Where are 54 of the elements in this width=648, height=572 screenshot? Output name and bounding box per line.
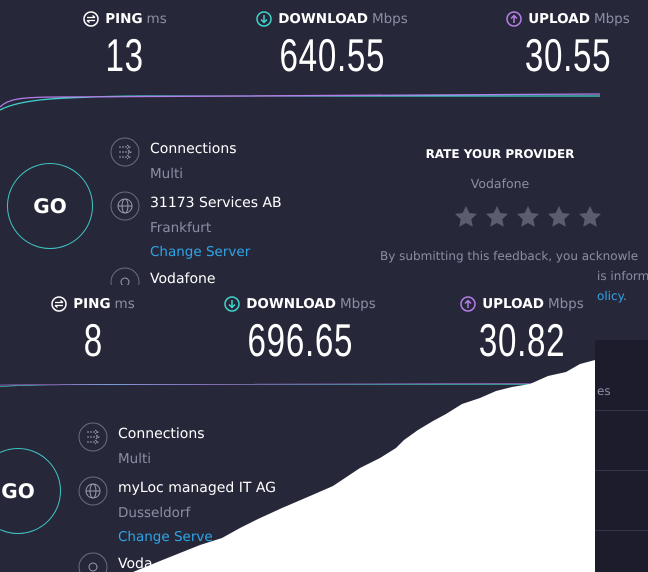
metric-value: 640.55 [279,29,385,81]
metric-value: 30.55 [524,29,612,81]
table-text: es [597,384,612,398]
change-server-link[interactable]: Change Server [150,241,250,263]
detail-title: Vodafone [150,270,216,289]
detail-subtitle: Dusseldorf [118,504,192,523]
detail-title: Connections [118,425,205,444]
rating-title: RATE YOUR PROVIDER [424,147,576,161]
go-button[interactable]: GO [1,479,35,503]
star-icon[interactable] [516,205,540,229]
unit-label: Mbps [594,11,630,27]
metric-value: 30.82 [478,314,566,366]
unit-label: Mbps [340,296,376,312]
policy-link[interactable]: olicy [597,289,623,303]
globe-icon [78,476,108,506]
go-button[interactable]: GO [33,194,67,218]
metric-value: 13 [106,29,144,81]
provider-name: Vodafone [470,176,530,191]
metric-label: PING [73,296,111,312]
notice-text: By submitting this feedback, you acknowle [380,248,640,265]
upload-icon [460,296,476,312]
user-icon [110,267,140,285]
metric-value: 8 [83,314,103,366]
unit-label: Mbps [548,296,584,312]
connections-icon [78,422,108,452]
notice-text: is inform [597,268,648,285]
connections-icon [110,137,140,167]
ping-icon [51,296,68,312]
star-icon[interactable] [578,205,602,229]
unit-label: ms [114,296,135,312]
detail-title: Connections [150,140,237,159]
star-icon[interactable] [454,205,478,229]
metric-value: 696.65 [247,314,353,366]
detail-subtitle: Multi [118,450,152,469]
star-icon[interactable] [485,205,509,229]
detail-subtitle: Frankfurt [150,219,212,238]
unit-label: Mbps [372,11,408,27]
download-icon [224,296,240,312]
metric-label: UPLOAD [528,11,590,27]
notice-text: olicy. [597,288,628,305]
detail-subtitle: Multi [150,165,184,184]
change-server-link[interactable]: Change Serve [118,526,213,548]
download-icon [256,11,272,27]
detail-title: myLoc managed IT AG [118,479,276,498]
metric-label: UPLOAD [482,296,544,312]
metric-label: DOWNLOAD [246,296,336,312]
globe-icon [110,191,140,221]
upload-icon [506,11,522,27]
star-icon[interactable] [547,205,571,229]
unit-label: ms [146,11,167,27]
metric-label: PING [105,11,143,27]
ping-icon [83,11,100,27]
metric-label: DOWNLOAD [278,11,368,27]
detail-title: 31173 Services AB [150,194,282,213]
